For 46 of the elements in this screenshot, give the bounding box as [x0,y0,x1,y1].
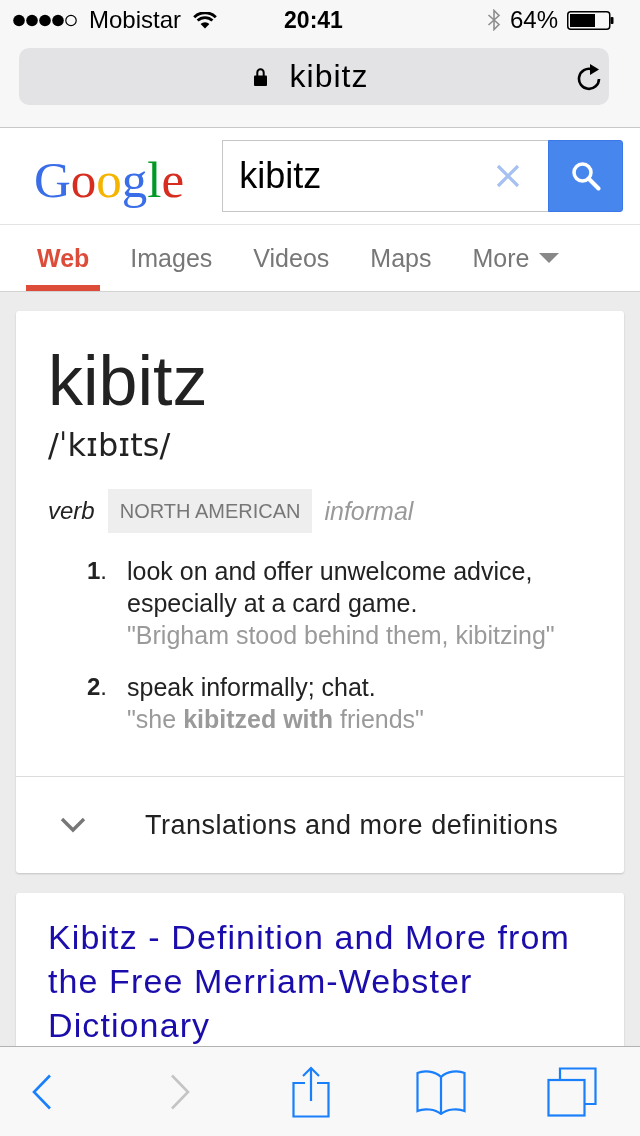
search-field[interactable]: kibitz [222,140,548,212]
search-tab[interactable]: Maps [359,225,443,291]
register-label: informal [324,496,414,526]
chevron-left-icon [32,1073,52,1110]
sense-number: 1. [87,556,109,586]
back-button[interactable] [32,1073,52,1110]
more-menu-tab[interactable]: More [461,225,571,291]
overlapping-squares-icon [547,1066,597,1117]
search-button[interactable] [548,140,623,212]
part-of-speech: verb [48,497,95,525]
headword: kibitz [48,341,209,421]
search-icon [570,161,601,191]
open-book-icon [416,1068,466,1115]
clear-icon [496,164,520,188]
share-button[interactable] [292,1065,330,1118]
lock-icon [253,67,267,86]
search-tab[interactable]: Images [119,225,224,291]
clear-button[interactable] [496,164,520,188]
signal-icon [13,13,77,27]
caret-icon [539,253,560,263]
share-icon [292,1065,330,1118]
chevron-right-icon [170,1073,190,1110]
google-logo[interactable]: Google [34,146,185,206]
bookmarks-button[interactable] [416,1068,466,1115]
pronunciation: /ˈkɪbɪts/ [48,425,172,465]
usage-example: "she kibitzed with friends" [127,704,425,735]
usage-example: "Brigham stood behind them, kibitzing" [127,620,556,651]
sense-text: look on and offer unwelcome advice, especially at a card game. [127,556,534,619]
tabs-button[interactable] [547,1066,597,1117]
carrier-name: Mobistar [89,6,182,34]
wifi-icon [193,11,218,29]
reload-button[interactable] [577,62,603,91]
sense-number: 2. [87,672,109,702]
region-label: NORTH AMERICAN [107,489,313,533]
url-text: kibitz [289,58,369,95]
more-definitions-button[interactable]: Translations and more definitions [16,776,624,873]
result-link[interactable]: Kibitz - Definition and More from the Free Merriam-Webster Dictionary [48,915,592,1046]
address-bar[interactable]: kibitz [19,48,609,105]
reload-icon [577,62,603,91]
sense-text: speak informally; chat. [127,672,377,703]
search-tab[interactable]: Videos [242,225,341,291]
battery-icon [567,10,614,30]
battery-percent: 64% [509,6,558,34]
status-time: 20:41 [284,6,343,34]
bluetooth-icon [486,9,501,31]
search-tab[interactable]: Web [26,225,101,291]
